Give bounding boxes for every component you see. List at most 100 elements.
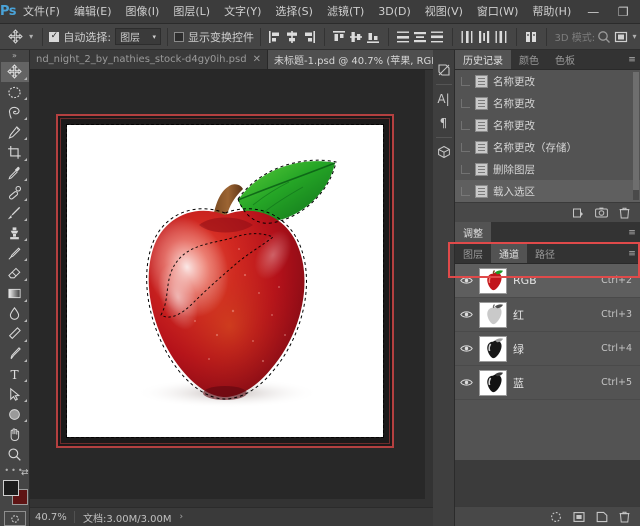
channel-visibility-eye-icon[interactable] bbox=[459, 344, 473, 353]
crop-tool[interactable] bbox=[1, 142, 29, 162]
canvas-area[interactable] bbox=[30, 70, 433, 507]
history-panel-menu-icon[interactable]: ≡ bbox=[624, 50, 640, 69]
character-icon[interactable]: A| bbox=[433, 87, 455, 111]
foreground-color-swatch[interactable] bbox=[3, 480, 19, 496]
history-item[interactable]: 名称更改 bbox=[455, 92, 640, 114]
menu-image[interactable]: 图像(I) bbox=[119, 0, 167, 24]
menu-type[interactable]: 文字(Y) bbox=[217, 0, 268, 24]
zoom-tool[interactable] bbox=[1, 445, 29, 465]
menu-3d[interactable]: 3D(D) bbox=[371, 0, 418, 24]
tab-layers[interactable]: 图层 bbox=[455, 244, 491, 263]
tab-color[interactable]: 颜色 bbox=[511, 50, 547, 69]
close-icon[interactable]: ✕ bbox=[253, 54, 261, 65]
channel-row-blue[interactable]: 蓝 Ctrl+5 bbox=[455, 366, 640, 400]
libraries-icon[interactable] bbox=[433, 58, 455, 82]
align-left-edges-icon[interactable] bbox=[267, 27, 284, 47]
auto-select-dropdown[interactable]: 图层 ▾ bbox=[115, 28, 161, 45]
delete-channel-icon[interactable] bbox=[619, 511, 630, 523]
distribute-vertical-centers-icon[interactable] bbox=[412, 27, 429, 47]
history-item[interactable]: 删除图层 bbox=[455, 158, 640, 180]
toolbar-collapse-icon[interactable]: » bbox=[0, 50, 30, 62]
history-snapshot-marker-icon[interactable] bbox=[461, 187, 470, 196]
quick-selection-tool[interactable] bbox=[1, 122, 29, 142]
blur-tool[interactable] bbox=[1, 304, 29, 324]
distribute-left-edges-icon[interactable] bbox=[459, 27, 476, 47]
history-snapshot-marker-icon[interactable] bbox=[461, 165, 470, 174]
history-list[interactable]: 名称更改 名称更改 名称更改 名称更改（存储） 删除图层 bbox=[455, 70, 640, 202]
minimize-button[interactable]: — bbox=[578, 0, 608, 24]
zoom-level[interactable]: 40.7% bbox=[30, 512, 74, 523]
tab-history[interactable]: 历史记录 bbox=[455, 50, 511, 69]
menu-filter[interactable]: 滤镜(T) bbox=[320, 0, 371, 24]
document-tab-1[interactable]: nd_night_2_by_nathies_stock-d4gy0ih.psd … bbox=[30, 50, 268, 69]
3d-orbit-icon[interactable] bbox=[595, 27, 612, 47]
type-tool[interactable]: T bbox=[1, 364, 29, 384]
history-item[interactable]: 名称更改 bbox=[455, 114, 640, 136]
dodge-tool[interactable] bbox=[1, 324, 29, 344]
show-transform-checkbox[interactable] bbox=[174, 32, 184, 42]
align-top-edges-icon[interactable] bbox=[331, 27, 348, 47]
brush-tool[interactable] bbox=[1, 203, 29, 223]
channel-row-green[interactable]: 绿 Ctrl+4 bbox=[455, 332, 640, 366]
path-selection-tool[interactable] bbox=[1, 384, 29, 404]
channel-visibility-eye-icon[interactable] bbox=[459, 310, 473, 319]
elliptical-marquee-tool[interactable] bbox=[1, 82, 29, 102]
tab-channels[interactable]: 通道 bbox=[491, 244, 527, 263]
adjustments-panel-menu-icon[interactable]: ≡ bbox=[624, 222, 640, 243]
history-item-selected[interactable]: 载入选区 bbox=[455, 180, 640, 202]
document-window[interactable] bbox=[56, 114, 394, 448]
menu-file[interactable]: 文件(F) bbox=[16, 0, 67, 24]
history-snapshot-marker-icon[interactable] bbox=[461, 99, 470, 108]
history-scrollbar[interactable] bbox=[633, 72, 639, 200]
channels-panel-menu-icon[interactable]: ≡ bbox=[624, 244, 640, 263]
history-item[interactable]: 名称更改 bbox=[455, 70, 640, 92]
3d-pan-icon[interactable] bbox=[612, 27, 629, 47]
history-snapshot-marker-icon[interactable] bbox=[461, 143, 470, 152]
swap-colors-icon[interactable]: ⇄ bbox=[21, 468, 29, 478]
move-tool[interactable] bbox=[1, 62, 29, 82]
tab-paths[interactable]: 路径 bbox=[527, 244, 563, 263]
channels-list[interactable]: RGB Ctrl+2 红 Ctrl+3 bbox=[455, 264, 640, 460]
ellipse-shape-tool[interactable] bbox=[1, 404, 29, 424]
channel-row-red[interactable]: 红 Ctrl+3 bbox=[455, 298, 640, 332]
align-bottom-edges-icon[interactable] bbox=[365, 27, 382, 47]
history-item[interactable]: 名称更改（存储） bbox=[455, 136, 640, 158]
menu-window[interactable]: 窗口(W) bbox=[470, 0, 525, 24]
tab-adjustments[interactable]: 调整 bbox=[455, 222, 491, 243]
canvas-horizontal-scrollbar[interactable] bbox=[30, 499, 433, 507]
document-canvas[interactable] bbox=[67, 125, 383, 437]
align-vertical-centers-icon[interactable] bbox=[348, 27, 365, 47]
history-scrollbar-thumb[interactable] bbox=[633, 72, 639, 190]
channel-visibility-eye-icon[interactable] bbox=[459, 378, 473, 387]
menu-layer[interactable]: 图层(L) bbox=[166, 0, 217, 24]
new-snapshot-icon[interactable] bbox=[595, 207, 608, 218]
channel-row-rgb[interactable]: RGB Ctrl+2 bbox=[455, 264, 640, 298]
align-right-edges-icon[interactable] bbox=[301, 27, 318, 47]
menu-select[interactable]: 选择(S) bbox=[268, 0, 320, 24]
history-brush-tool[interactable] bbox=[1, 243, 29, 263]
paragraph-icon[interactable]: ¶ bbox=[433, 111, 455, 135]
3d-chevron-down-icon[interactable]: ▾ bbox=[629, 32, 640, 41]
load-channel-as-selection-icon[interactable] bbox=[550, 511, 562, 523]
new-channel-icon[interactable] bbox=[596, 511, 608, 523]
move-tool-icon[interactable] bbox=[6, 26, 26, 48]
save-selection-as-channel-icon[interactable] bbox=[573, 511, 585, 523]
auto-select-checkbox[interactable] bbox=[49, 32, 59, 42]
healing-brush-tool[interactable] bbox=[1, 183, 29, 203]
delete-state-icon[interactable] bbox=[619, 207, 630, 219]
menu-edit[interactable]: 编辑(E) bbox=[67, 0, 119, 24]
eraser-tool[interactable] bbox=[1, 263, 29, 283]
align-horizontal-centers-icon[interactable] bbox=[284, 27, 301, 47]
distribute-bottom-edges-icon[interactable] bbox=[429, 27, 446, 47]
3d-icon[interactable] bbox=[433, 140, 455, 164]
channel-visibility-eye-icon[interactable] bbox=[459, 276, 473, 285]
history-snapshot-marker-icon[interactable] bbox=[461, 77, 470, 86]
distribute-top-edges-icon[interactable] bbox=[395, 27, 412, 47]
distribute-horizontal-centers-icon[interactable] bbox=[476, 27, 493, 47]
auto-align-layers-icon[interactable] bbox=[523, 27, 540, 47]
distribute-right-edges-icon[interactable] bbox=[493, 27, 510, 47]
quick-mask-toggle[interactable] bbox=[4, 511, 26, 526]
eyedropper-tool[interactable] bbox=[1, 163, 29, 183]
menu-view[interactable]: 视图(V) bbox=[418, 0, 470, 24]
menu-help[interactable]: 帮助(H) bbox=[525, 0, 578, 24]
